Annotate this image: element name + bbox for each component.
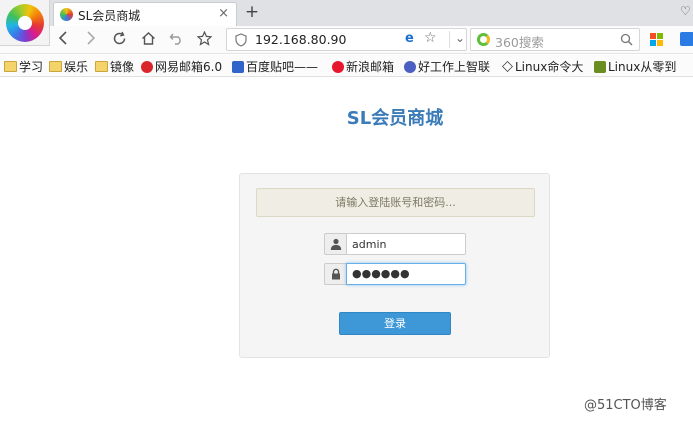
bookmark-label: 娱乐: [64, 60, 89, 74]
reload-icon: [113, 31, 125, 45]
navigation-bar: 192.168.80.90 e ☆ ⌄ 360搜索: [0, 26, 693, 54]
bookmark-linux-from-zero[interactable]: Linux从零到: [594, 58, 676, 75]
tab-title: SL会员商城: [78, 9, 141, 23]
password-row: ●●●●●●: [324, 263, 466, 285]
search-engine-logo-icon: [477, 33, 490, 46]
address-star-icon[interactable]: ☆: [424, 30, 437, 46]
reload-button[interactable]: [108, 28, 130, 50]
new-tab-button[interactable]: +: [242, 2, 262, 22]
undo-icon: [169, 33, 181, 45]
bookmark-sina-mail[interactable]: 新浪邮箱: [332, 58, 394, 75]
username-addon: [324, 233, 346, 255]
tab-sl-shop[interactable]: SL会员商城 ×: [53, 2, 237, 26]
page-content: SL会员商城 请输入登陆账号和密码... ●●●●●● 登录 @51CTO博客: [0, 78, 693, 421]
shield-icon: [235, 33, 247, 47]
close-icon[interactable]: ×: [218, 6, 229, 21]
forward-button[interactable]: [80, 28, 102, 50]
ie-mode-icon[interactable]: e: [405, 31, 414, 46]
username-input[interactable]: [346, 233, 466, 255]
folder-icon: [49, 61, 62, 72]
search-bar[interactable]: 360搜索: [470, 28, 640, 51]
tab-favicon-icon: [60, 8, 73, 21]
bookmark-netease-mail[interactable]: 网易邮箱6.0: [141, 58, 222, 75]
bookmark-zhaopin[interactable]: 好工作上智联: [404, 58, 490, 75]
back-arrow-icon: [58, 31, 67, 45]
tab-bar: SL会员商城 × + ♡: [0, 0, 693, 46]
bookmark-label: 新浪邮箱: [346, 60, 395, 74]
bookmark-study[interactable]: 学习: [4, 58, 43, 75]
url-text[interactable]: 192.168.80.90: [255, 32, 346, 47]
login-panel: 请输入登陆账号和密码... ●●●●●● 登录: [239, 173, 550, 358]
netease-icon: [141, 60, 153, 73]
chevron-down-icon[interactable]: ⌄: [449, 31, 465, 48]
password-addon: [324, 263, 346, 285]
star-icon: [196, 30, 212, 46]
bookmark-label: 学习: [19, 60, 44, 74]
page-title: SL会员商城: [346, 108, 444, 129]
bookmark-label: 网易邮箱6.0: [155, 60, 223, 74]
home-icon: [141, 32, 155, 45]
bookmark-mirror[interactable]: 镜像: [95, 58, 134, 75]
user-icon: [330, 238, 342, 250]
bookmark-label: Linux从零到: [608, 60, 677, 74]
address-bar[interactable]: 192.168.80.90 e ☆ ⌄: [226, 28, 467, 51]
bookmark-label: 百度贴吧——: [246, 60, 319, 74]
bookmark-entertainment[interactable]: 娱乐: [49, 58, 88, 75]
search-icon[interactable]: [620, 33, 633, 46]
search-placeholder[interactable]: 360搜索: [495, 32, 544, 51]
sina-icon: [332, 60, 344, 73]
back-button[interactable]: [52, 28, 74, 50]
home-button[interactable]: [137, 28, 159, 50]
bookmark-star-button[interactable]: [193, 28, 215, 50]
zhaopin-icon: [404, 60, 416, 73]
lock-icon: [332, 268, 340, 280]
bookmark-baidu-tieba[interactable]: 百度贴吧——: [232, 58, 318, 75]
login-button[interactable]: 登录: [339, 312, 451, 335]
password-input[interactable]: ●●●●●●: [346, 263, 466, 285]
bookmarks-bar: 学习 娱乐 镜像 网易邮箱6.0 百度贴吧—— 新浪邮箱 好工作上智联 Linu…: [0, 55, 693, 77]
bookmark-label: 镜像: [110, 60, 135, 74]
username-row: [324, 233, 466, 255]
watermark: @51CTO博客: [584, 398, 667, 413]
login-hint: 请输入登陆账号和密码...: [256, 188, 535, 217]
baidu-icon: [232, 60, 244, 73]
extension-icon[interactable]: [680, 32, 693, 46]
favorites-icon[interactable]: ♡: [680, 4, 691, 18]
browser-logo-icon[interactable]: [6, 4, 44, 42]
apps-icon[interactable]: [650, 33, 663, 46]
folder-icon: [95, 61, 108, 72]
undo-close-button[interactable]: [165, 28, 187, 50]
bookmark-label: Linux命令大: [515, 60, 584, 74]
bookmark-linux-commands[interactable]: Linux命令大: [502, 58, 583, 75]
folder-icon: [4, 61, 17, 72]
bookmark-label: 好工作上智联: [418, 60, 491, 74]
linux-book-icon: [594, 60, 606, 73]
forward-arrow-icon: [87, 31, 96, 45]
linux-icon: [502, 61, 513, 72]
